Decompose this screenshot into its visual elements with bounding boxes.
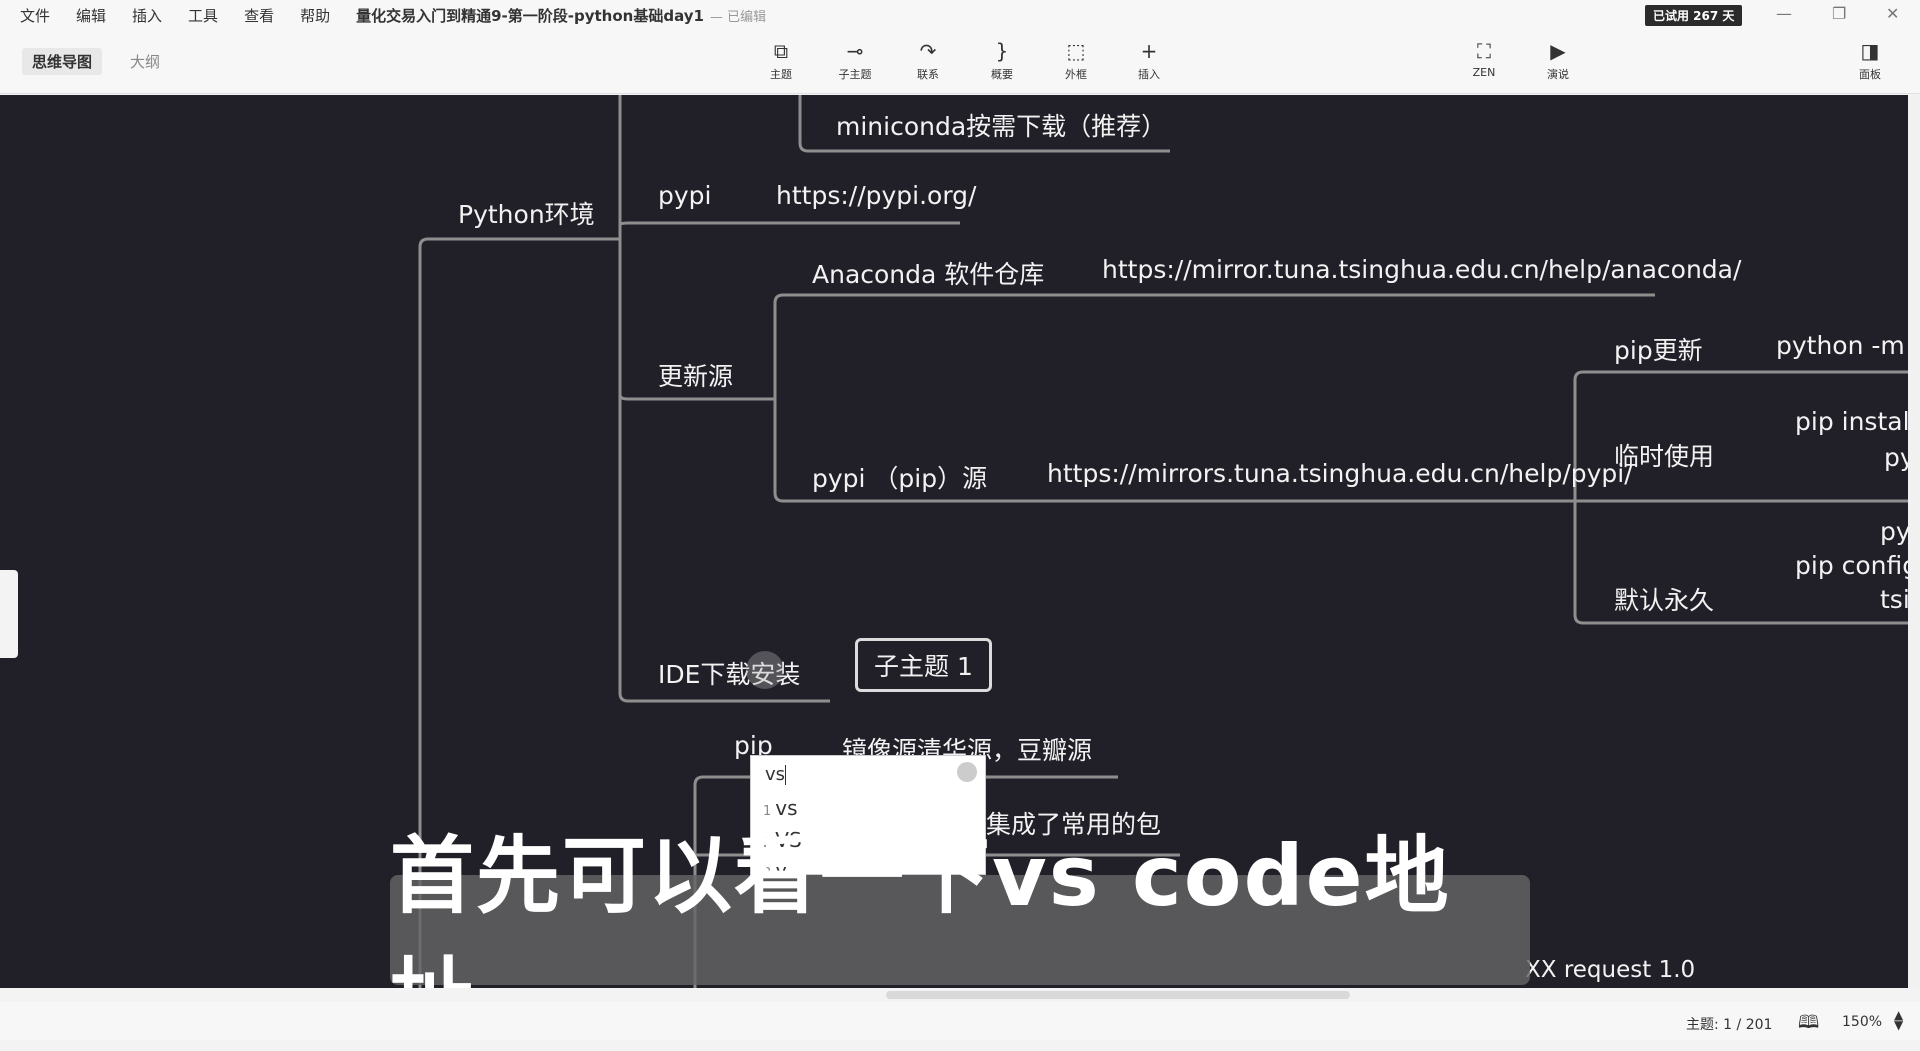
menu-help[interactable]: 帮助 — [300, 5, 330, 26]
zen-button[interactable]: ⛶ ZEN — [1459, 38, 1509, 79]
boundary-button[interactable]: ⬚ 外框 — [1051, 38, 1101, 82]
menu-file[interactable]: 文件 — [20, 5, 50, 26]
ime-input: vs — [765, 764, 787, 785]
menu-view[interactable]: 查看 — [244, 5, 274, 26]
play-icon: ▶ — [1550, 39, 1566, 63]
minimize-button[interactable]: — — [1776, 4, 1792, 23]
node-pip-update[interactable]: pip更新 — [1614, 331, 1703, 367]
scrollbar-thumb[interactable] — [886, 991, 1350, 999]
panel-button[interactable]: ◨ 面板 — [1845, 38, 1895, 82]
node-default-permanent[interactable]: 默认永久 — [1614, 581, 1714, 617]
status-bar: 主题: 1 / 201 🕮 150% ▲ ▼ — [0, 1002, 1920, 1040]
cursor-highlight — [746, 651, 784, 689]
zoom-stepper-icon[interactable]: ▲ ▼ — [1894, 1009, 1903, 1031]
node-xx-request[interactable]: XX request 1.0 — [1525, 957, 1695, 983]
zoom-level[interactable]: 150% — [1842, 1014, 1882, 1030]
topic-button[interactable]: ⧉ 主题 — [756, 38, 806, 82]
node-anaconda-repo[interactable]: Anaconda 软件仓库 — [812, 255, 1044, 291]
node-temp-py[interactable]: py — [1884, 443, 1908, 472]
plus-icon: + — [1140, 39, 1158, 63]
summary-button[interactable]: } 概要 — [977, 38, 1027, 82]
insert-button[interactable]: + 插入 — [1124, 38, 1174, 82]
subtopic-icon: ⊸ — [846, 39, 864, 63]
toolbar: 思维导图 大纲 ⧉ 主题 ⊸ 子主题 ↷ 联系 } 概要 ⬚ 外框 + 插入 ⛶… — [0, 30, 1920, 94]
node-pip-config[interactable]: pip config s — [1795, 551, 1908, 580]
summary-icon: } — [995, 39, 1009, 63]
video-subtitle: 首先可以看一下vs code地址 — [390, 827, 1530, 1046]
zen-icon: ⛶ — [1477, 39, 1491, 63]
present-button[interactable]: ▶ 演说 — [1533, 38, 1583, 82]
menu-edit[interactable]: 编辑 — [76, 5, 106, 26]
node-miniconda[interactable]: miniconda按需下载（推荐） — [836, 107, 1166, 143]
side-panel-handle[interactable] — [0, 570, 18, 658]
node-default-py[interactable]: py — [1880, 517, 1908, 546]
node-python-env[interactable]: Python环境 — [458, 195, 595, 231]
topic-icon: ⧉ — [773, 39, 789, 63]
node-update-source[interactable]: 更新源 — [658, 357, 733, 393]
node-pip-install-cmd[interactable]: pip install - — [1795, 407, 1908, 436]
document-status: — 已编辑 — [709, 9, 767, 25]
node-pypi[interactable]: pypi — [658, 181, 711, 210]
node-default-tsi[interactable]: tsi — [1880, 585, 1908, 614]
node-pypi-pip-source[interactable]: pypi （pip）源 — [812, 459, 987, 495]
node-pypi-url[interactable]: https://pypi.org/ — [776, 181, 976, 210]
vertical-scrollbar[interactable] — [1908, 95, 1920, 988]
boundary-icon: ⬚ — [1066, 39, 1086, 63]
relation-button[interactable]: ↷ 联系 — [903, 38, 953, 82]
menu-tools[interactable]: 工具 — [188, 5, 218, 26]
relation-icon: ↷ — [919, 39, 937, 63]
subtopic-button[interactable]: ⊸ 子主题 — [830, 38, 880, 82]
panel-icon: ◨ — [1860, 39, 1880, 63]
menu-insert[interactable]: 插入 — [132, 5, 162, 26]
document-title: 量化交易入门到精通9-第一阶段-python基础day1 — [356, 6, 704, 25]
trial-badge[interactable]: 已试用 267 天 — [1645, 5, 1743, 26]
node-subtopic-1[interactable]: 子主题 1 — [855, 638, 992, 692]
horizontal-scrollbar[interactable] — [0, 988, 1920, 1002]
book-icon[interactable]: 🕮 — [1798, 1010, 1819, 1040]
node-anaconda-url[interactable]: https://mirror.tuna.tsinghua.edu.cn/help… — [1102, 255, 1741, 284]
topic-count: 主题: 1 / 201 — [1686, 1017, 1773, 1033]
node-pypi-mirror-url[interactable]: https://mirrors.tuna.tsinghua.edu.cn/hel… — [1047, 459, 1633, 488]
close-button[interactable]: ✕ — [1886, 4, 1899, 23]
tab-outline[interactable]: 大纲 — [120, 48, 170, 75]
ime-logo-icon — [957, 762, 977, 782]
restore-button[interactable]: ❐ — [1832, 4, 1846, 23]
node-pip-update-cmd[interactable]: python -m pi — [1776, 331, 1908, 360]
menu-bar: 文件 编辑 插入 工具 查看 帮助 量化交易入门到精通9-第一阶段-python… — [0, 0, 1920, 30]
tab-mindmap[interactable]: 思维导图 — [22, 48, 103, 75]
